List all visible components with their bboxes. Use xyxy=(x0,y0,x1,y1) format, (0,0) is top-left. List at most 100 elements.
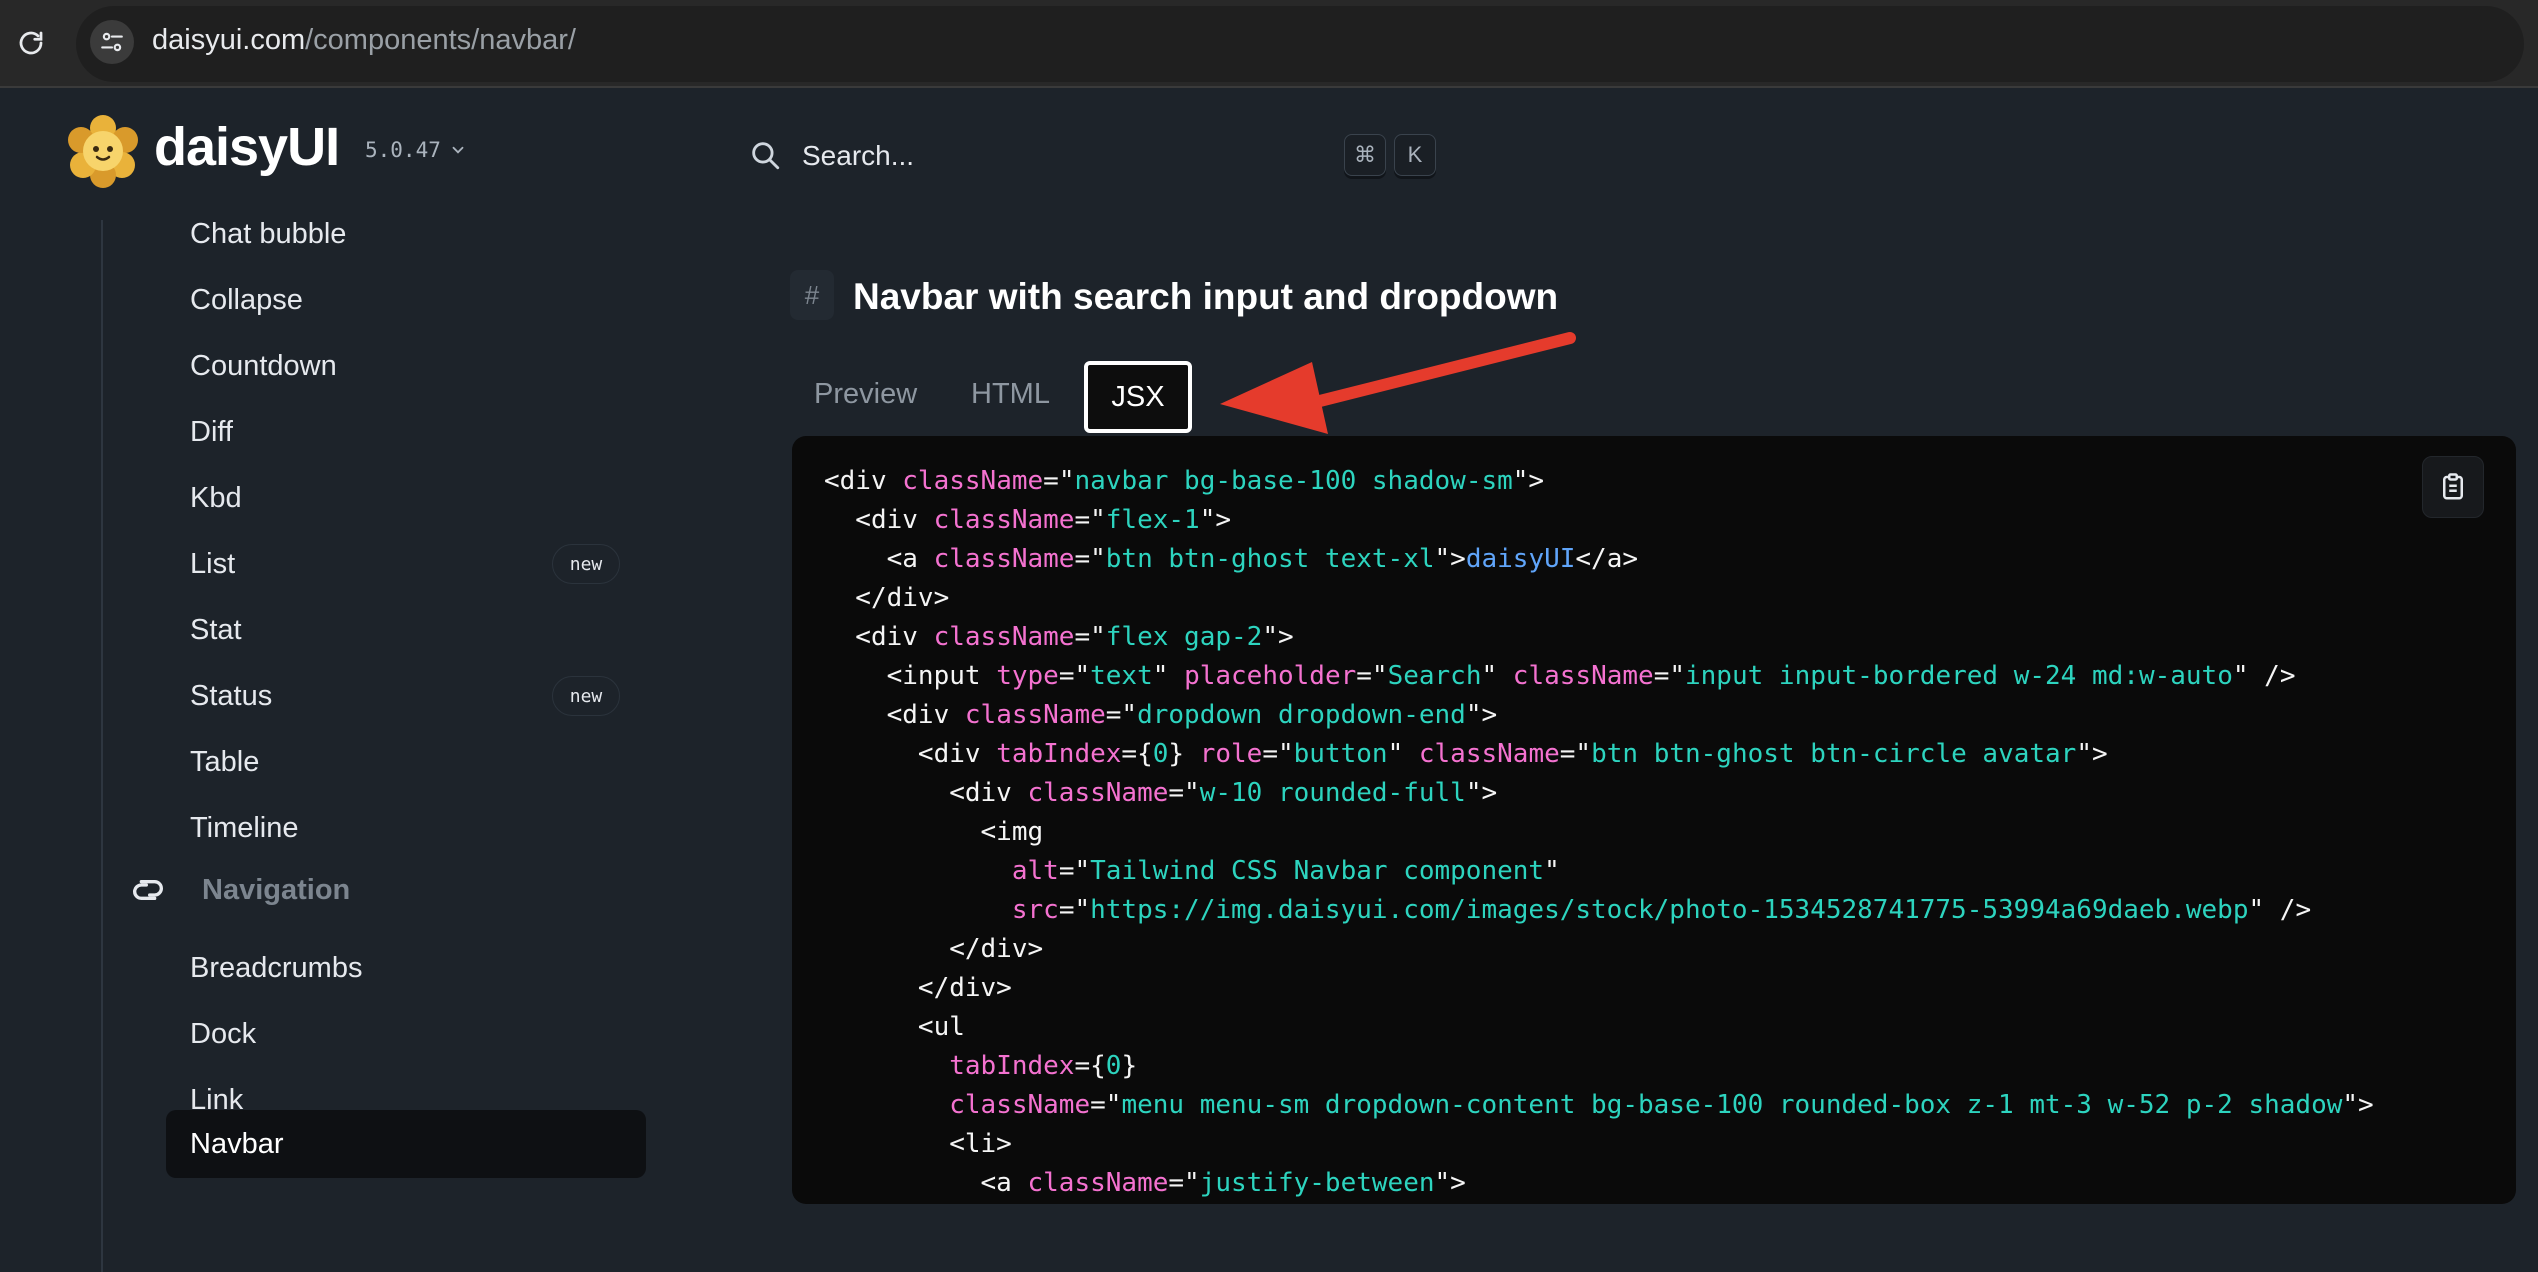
search-input[interactable]: Search... xyxy=(802,140,914,172)
sidebar-item-diff[interactable]: Diff xyxy=(190,416,233,449)
code-token: 0 xyxy=(1105,1051,1122,1081)
sidebar-item-dock[interactable]: Dock xyxy=(190,1018,256,1051)
code-token: className xyxy=(1027,1168,1169,1198)
sidebar-item-stat[interactable]: Stat xyxy=(190,614,242,647)
sidebar-item-timeline[interactable]: Timeline xyxy=(190,812,299,845)
code-token: className xyxy=(902,466,1044,496)
sidebar-item-navbar[interactable]: Navbar xyxy=(190,1128,284,1161)
code-token: =" xyxy=(1043,466,1075,496)
code-token: "> xyxy=(1262,622,1294,652)
code-token: =" xyxy=(1058,895,1091,925)
reload-icon[interactable] xyxy=(8,20,54,66)
code-token: tabIndex xyxy=(996,739,1122,769)
code-token: " xyxy=(1544,856,1560,886)
code-token: className xyxy=(933,505,1075,535)
code-token: <ul xyxy=(824,1012,965,1042)
code-token: =" xyxy=(1090,1090,1122,1120)
code-token: daisyUI xyxy=(1465,544,1576,574)
sidebar-item-status[interactable]: Status xyxy=(190,680,272,713)
clipboard-icon xyxy=(2443,473,2463,500)
code-token: <img xyxy=(824,817,1044,847)
shortcut-k-key: K xyxy=(1394,134,1436,176)
code-token: placeholder xyxy=(1184,661,1357,691)
sidebar-item-breadcrumbs[interactable]: Breadcrumbs xyxy=(190,952,362,985)
code-line: src="https://img.daisyui.com/images/stoc… xyxy=(824,891,2374,930)
code-token: text xyxy=(1090,661,1153,691)
code-token: flex-1 xyxy=(1105,505,1200,535)
sidebar-item-countdown[interactable]: Countdown xyxy=(190,350,337,383)
code-token: </div> xyxy=(824,583,950,613)
code-line: </div> xyxy=(824,969,2374,1008)
code-token: "> xyxy=(2342,1090,2374,1120)
code-token: input input-bordered w-24 md:w-auto xyxy=(1685,661,2233,691)
url-text[interactable]: daisyui.com/components/navbar/ xyxy=(152,24,576,57)
sidebar-item-kbd[interactable]: Kbd xyxy=(190,482,242,515)
code-token: justify-between xyxy=(1199,1168,1435,1198)
tab-html[interactable]: HTML xyxy=(971,378,1050,411)
shortcut-cmd-key: ⌘ xyxy=(1344,134,1386,176)
sidebar-group-title: Navigation xyxy=(202,873,351,906)
site-info-icon[interactable] xyxy=(90,20,134,64)
code-line: <li> xyxy=(824,1125,2374,1164)
code-token: alt xyxy=(1011,856,1059,886)
code-line: tabIndex={0} xyxy=(824,1047,2374,1086)
code-token: className xyxy=(933,544,1075,574)
code-content: <div className="navbar bg-base-100 shado… xyxy=(824,462,2374,1203)
code-line: <input type="text" placeholder="Search" … xyxy=(824,657,2374,696)
code-token: <div xyxy=(824,739,997,769)
sidebar: daisyUI 5.0.47 Chat bubble Collapse Coun… xyxy=(0,90,720,1272)
code-token: "> xyxy=(1199,505,1232,535)
code-line: <div className="flex gap-2"> xyxy=(824,618,2374,657)
sidebar-item-collapse[interactable]: Collapse xyxy=(190,284,303,317)
sidebar-group-navigation: Navigation xyxy=(128,870,350,910)
code-token: type xyxy=(996,661,1059,691)
code-token: Tailwind CSS Navbar component xyxy=(1090,856,1545,886)
copy-button[interactable] xyxy=(2422,456,2484,518)
code-token: role xyxy=(1199,739,1263,769)
code-line: <div tabIndex={0} role="button" classNam… xyxy=(824,735,2374,774)
version-selector[interactable]: 5.0.47 xyxy=(365,138,467,162)
code-token: "> xyxy=(1465,778,1498,808)
code-token: </div> xyxy=(824,934,1044,964)
code-token: =" xyxy=(1262,739,1294,769)
code-line: <a className="justify-between"> xyxy=(824,1164,2374,1203)
code-token: =" xyxy=(1653,661,1685,691)
code-token: " /> xyxy=(2232,661,2296,691)
code-token: className xyxy=(1418,739,1560,769)
code-token: dropdown dropdown-end xyxy=(1137,700,1466,730)
brand-name[interactable]: daisyUI xyxy=(154,116,340,178)
code-line: <a className="btn btn-ghost text-xl">dai… xyxy=(824,540,2374,579)
search-icon[interactable] xyxy=(748,138,782,177)
code-line: <div className="flex-1"> xyxy=(824,501,2374,540)
code-token: </a> xyxy=(1575,544,1639,574)
code-token: "> xyxy=(2076,739,2108,769)
logo-icon[interactable] xyxy=(66,114,140,188)
sidebar-item-table[interactable]: Table xyxy=(190,746,259,779)
sidebar-item-list[interactable]: List xyxy=(190,548,235,581)
code-token: =" xyxy=(1058,661,1091,691)
url-path: /components/navbar/ xyxy=(305,24,576,56)
tab-preview[interactable]: Preview xyxy=(814,378,917,411)
version-label: 5.0.47 xyxy=(365,138,441,162)
section-title: Navbar with search input and dropdown xyxy=(853,276,1559,317)
code-line: className="menu menu-sm dropdown-content… xyxy=(824,1086,2374,1125)
code-token: flex gap-2 xyxy=(1105,622,1263,652)
code-token: " xyxy=(1152,661,1185,691)
sidebar-item-chat-bubble[interactable]: Chat bubble xyxy=(190,218,346,251)
code-token: " /> xyxy=(2248,895,2312,925)
code-token: className xyxy=(933,622,1075,652)
code-token: "> xyxy=(1434,1168,1466,1198)
code-token: className xyxy=(964,700,1106,730)
code-token: btn btn-ghost btn-circle avatar xyxy=(1591,739,2077,769)
code-token: w-10 rounded-full xyxy=(1199,778,1466,808)
code-token: =" xyxy=(1074,622,1106,652)
code-token: navbar bg-base-100 shadow-sm xyxy=(1074,466,1513,496)
tab-jsx[interactable]: JSX xyxy=(1084,361,1192,433)
anchor-link[interactable]: # xyxy=(790,270,834,320)
code-token: "> xyxy=(1512,466,1545,496)
code-token: 0 xyxy=(1152,739,1169,769)
